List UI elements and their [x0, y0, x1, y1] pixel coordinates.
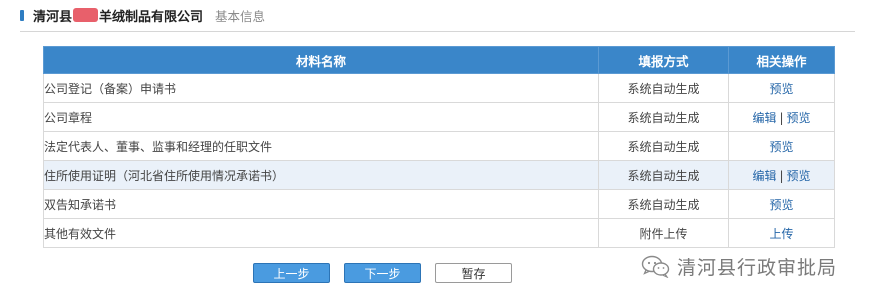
company-name-prefix: 清河县	[33, 9, 73, 25]
actions-cell: 预览	[728, 131, 835, 161]
fill-method-cell: 系统自动生成	[598, 160, 729, 190]
company-name: 清河县 羊绒制品有限公司	[33, 6, 203, 25]
next-step-button[interactable]: 下一步	[344, 263, 421, 283]
preview-link[interactable]: 预览	[787, 169, 811, 183]
table-row: 法定代表人、董事、监事和经理的任职文件 系统自动生成 预览	[43, 131, 835, 161]
material-name-cell: 住所使用证明（河北省住所使用情况承诺书）	[43, 160, 599, 190]
table-row: 其他有效文件 附件上传 上传	[43, 218, 835, 248]
action-separator: |	[779, 168, 784, 183]
column-header-name: 材料名称	[43, 46, 599, 74]
materials-table-body: 公司登记（备案）申请书 系统自动生成 预览 公司章程 系统自动生成 编辑 | 预览 法定代表人、…	[43, 73, 835, 248]
column-header-method: 填报方式	[598, 46, 729, 74]
material-name-cell: 其他有效文件	[43, 218, 599, 248]
page-subtitle: 基本信息	[215, 8, 266, 24]
watermark-text: 清河县行政审批局	[677, 256, 838, 279]
table-header-row: 材料名称 填报方式 相关操作	[43, 46, 835, 74]
upload-link[interactable]: 上传	[769, 227, 793, 241]
actions-cell: 编辑 | 预览	[728, 160, 835, 190]
fill-method-cell: 系统自动生成	[598, 131, 729, 161]
preview-link[interactable]: 预览	[787, 111, 811, 125]
header-marker-icon	[20, 9, 24, 21]
materials-table: 材料名称 填报方式 相关操作 公司登记（备案）申请书 系统自动生成 预览 公司章程 系统…	[43, 46, 835, 248]
actions-cell: 编辑 | 预览	[728, 102, 835, 132]
table-row: 住所使用证明（河北省住所使用情况承诺书） 系统自动生成 编辑 | 预览	[43, 160, 835, 190]
fill-method-cell: 附件上传	[598, 218, 729, 248]
material-name-cell: 公司章程	[43, 102, 599, 132]
preview-link[interactable]: 预览	[769, 82, 793, 96]
preview-link[interactable]: 预览	[769, 198, 793, 212]
action-separator: |	[779, 110, 784, 125]
actions-cell: 上传	[728, 218, 835, 248]
material-name-cell: 公司登记（备案）申请书	[43, 73, 599, 103]
preview-link[interactable]: 预览	[769, 140, 793, 154]
material-name-cell: 双告知承诺书	[43, 189, 599, 219]
watermark: 清河县行政审批局	[641, 253, 837, 279]
material-name-cell: 法定代表人、董事、监事和经理的任职文件	[43, 131, 599, 161]
prev-step-button[interactable]: 上一步	[253, 263, 330, 283]
edit-link[interactable]: 编辑	[752, 111, 776, 125]
column-header-actions: 相关操作	[728, 46, 835, 74]
save-draft-button[interactable]: 暂存	[435, 263, 512, 283]
table-row: 公司登记（备案）申请书 系统自动生成 预览	[43, 73, 835, 103]
fill-method-cell: 系统自动生成	[598, 73, 729, 103]
table-row: 双告知承诺书 系统自动生成 预览	[43, 189, 835, 219]
actions-cell: 预览	[728, 73, 835, 103]
header-divider	[20, 31, 855, 32]
wechat-icon	[641, 255, 670, 278]
actions-cell: 预览	[728, 189, 835, 219]
page-header: 清河县 羊绒制品有限公司 基本信息	[20, 5, 265, 25]
redaction-mark	[73, 8, 99, 22]
table-row: 公司章程 系统自动生成 编辑 | 预览	[43, 102, 835, 132]
company-name-suffix: 羊绒制品有限公司	[99, 9, 204, 25]
fill-method-cell: 系统自动生成	[598, 189, 729, 219]
fill-method-cell: 系统自动生成	[598, 102, 729, 132]
edit-link[interactable]: 编辑	[752, 169, 776, 183]
